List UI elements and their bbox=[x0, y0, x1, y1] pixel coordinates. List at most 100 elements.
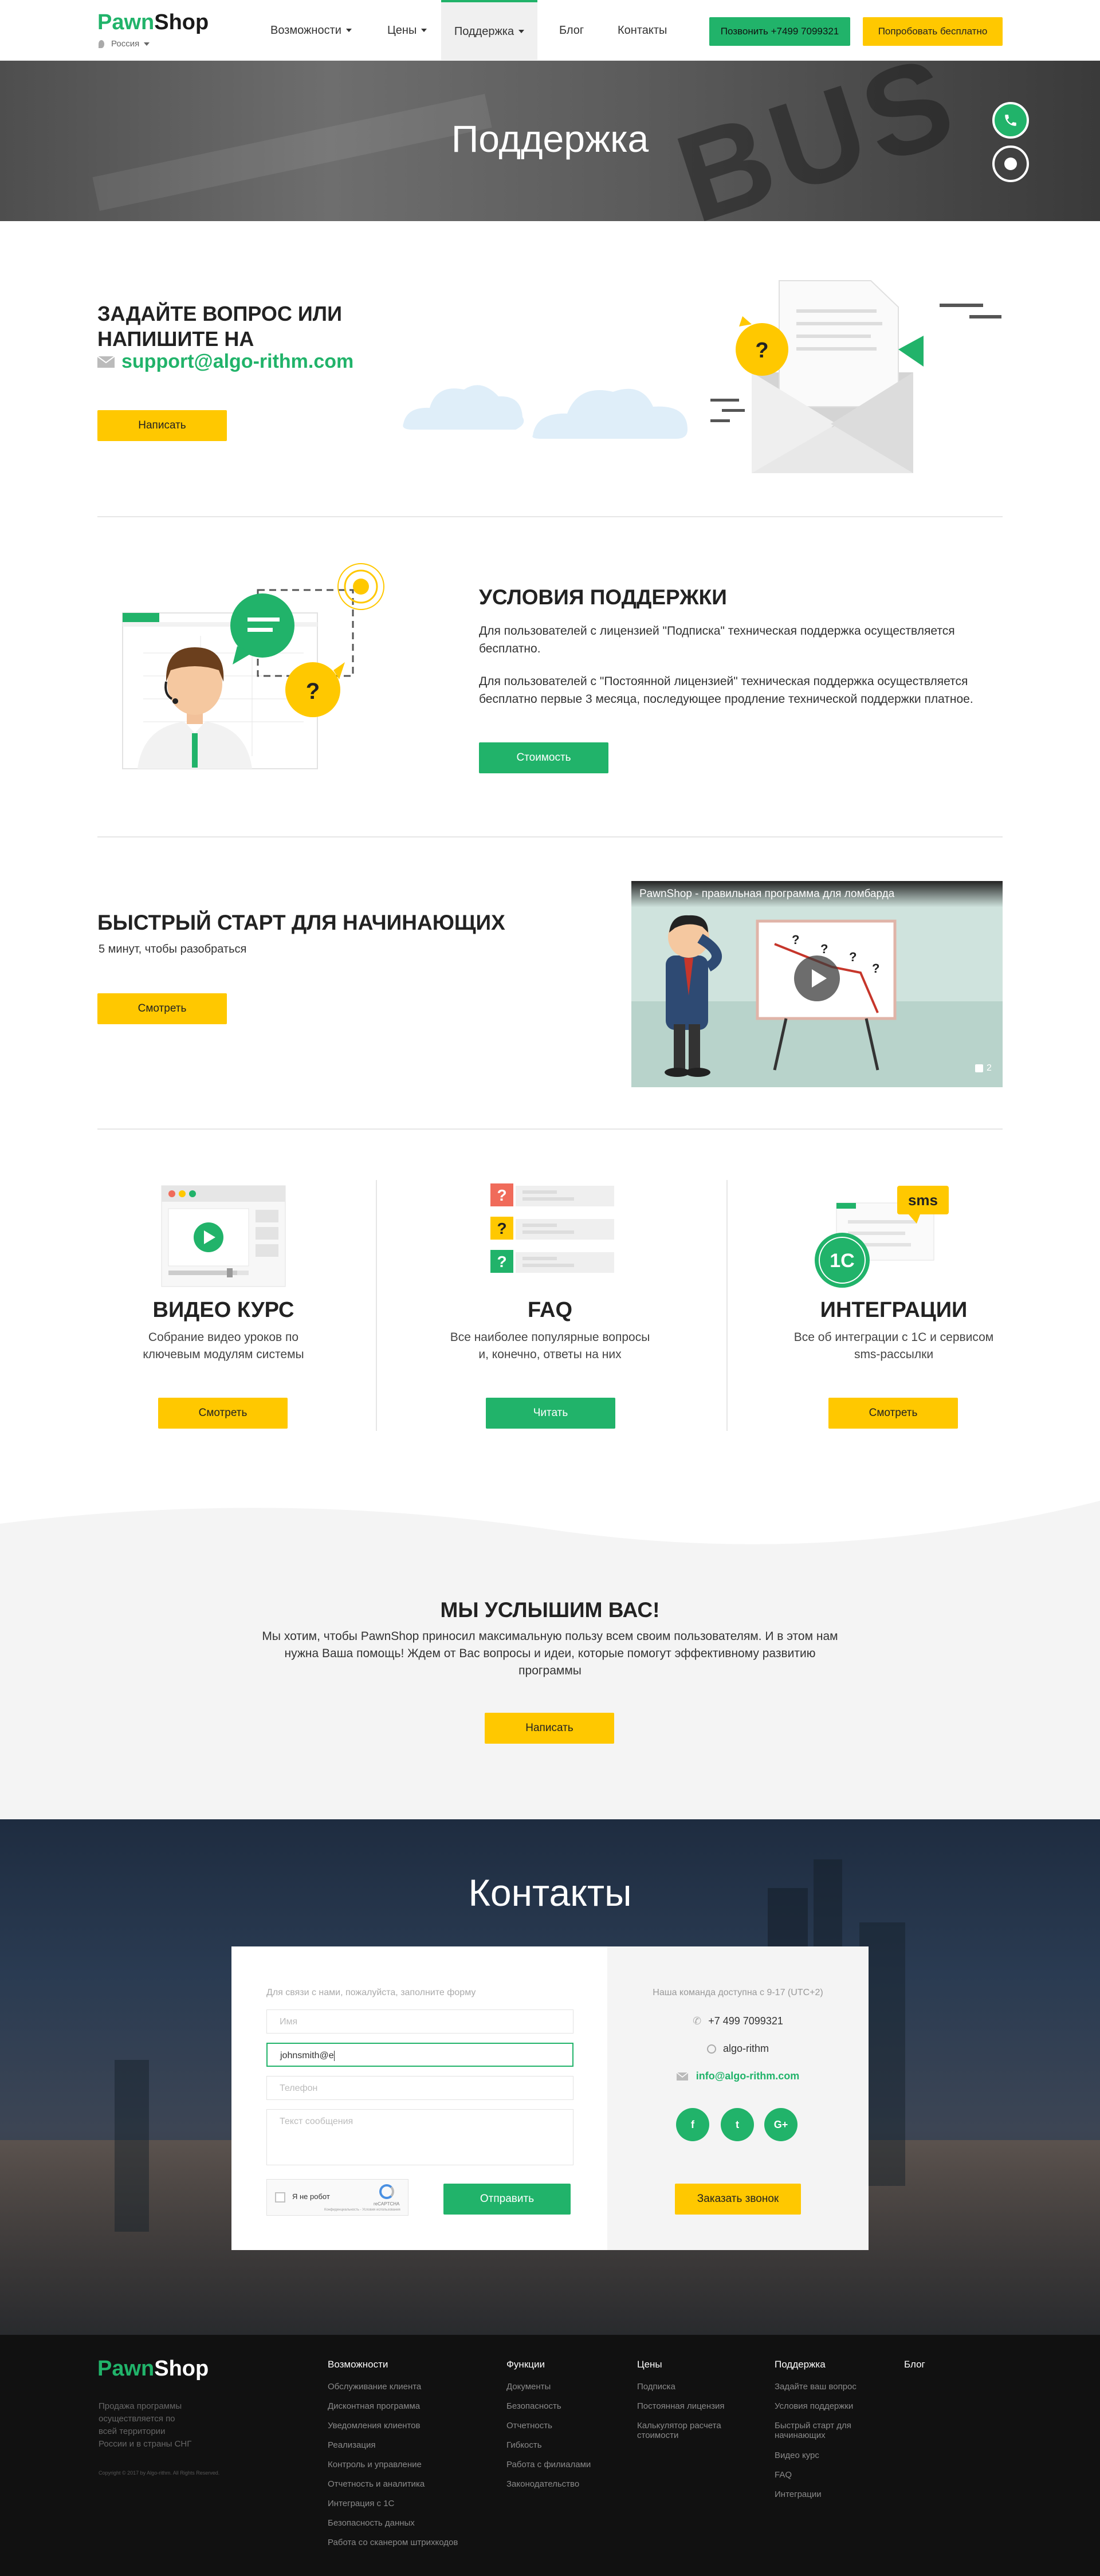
chevron-down-icon bbox=[345, 29, 352, 32]
support-email[interactable]: support@algo-rithm.com bbox=[97, 351, 353, 373]
faq-title: FAQ bbox=[527, 1298, 573, 1322]
availability-text: Наша команда доступна с 9-17 (UTC+2) bbox=[653, 1988, 823, 1997]
try-free-button[interactable]: Попробовать бесплатно bbox=[863, 17, 1003, 46]
footer-link[interactable]: Уведомления клиентов bbox=[328, 2421, 420, 2431]
terms-paragraph-1: Для пользователей с лицензией "Подписка"… bbox=[479, 624, 955, 655]
google-plus-icon: G+ bbox=[773, 2118, 788, 2130]
svg-text:1С: 1С bbox=[830, 1250, 854, 1272]
page-title: Поддержка bbox=[451, 117, 649, 160]
nav-support[interactable]: Поддержка bbox=[441, 0, 537, 61]
pricing-button[interactable]: Стоимость bbox=[479, 742, 608, 773]
phone-icon: ✆ bbox=[693, 2015, 702, 2027]
write-button[interactable]: Написать bbox=[97, 410, 227, 441]
svg-text:?: ? bbox=[849, 950, 857, 964]
footer-link[interactable]: Калькулятор расчета стоимости bbox=[637, 2421, 721, 2440]
video-likes[interactable]: 2 bbox=[975, 1063, 992, 1073]
footer-link[interactable]: Законодательство bbox=[506, 2479, 579, 2489]
hear-title: МЫ УСЛЫШИМ ВАС! bbox=[440, 1598, 660, 1622]
quickstart-title: БЫСТРЫЙ СТАРТ ДЛЯ НАЧИНАЮЩИХ bbox=[97, 911, 505, 934]
footer-link[interactable]: Видео курс bbox=[775, 2451, 819, 2460]
ask-title: ЗАДАЙТЕ ВОПРОС ИЛИ НАПИШИТЕ НА bbox=[97, 302, 342, 351]
phone-field[interactable]: Телефон bbox=[266, 2076, 573, 2100]
footer-link[interactable]: Быстрый старт для начинающих bbox=[775, 2421, 851, 2440]
svg-text:?: ? bbox=[497, 1220, 506, 1237]
footer-blog-title[interactable]: Блог bbox=[904, 2359, 925, 2370]
call-button[interactable]: Позвонить +7499 7099321 bbox=[709, 17, 850, 46]
footer-logo[interactable]: PawnShop bbox=[97, 2357, 209, 2381]
location-icon bbox=[99, 40, 104, 48]
footer-link[interactable]: Интеграция с 1С bbox=[328, 2499, 394, 2508]
google-plus-button[interactable]: G+ bbox=[764, 2108, 798, 2141]
watch-quickstart-button[interactable]: Смотреть bbox=[97, 993, 227, 1024]
phone-float-button[interactable] bbox=[992, 102, 1029, 139]
recaptcha-logo-icon bbox=[379, 2184, 394, 2199]
svg-text:?: ? bbox=[792, 933, 799, 947]
card-separator bbox=[726, 1180, 728, 1431]
video-course-title: ВИДЕО КУРС bbox=[152, 1298, 294, 1322]
footer-link[interactable]: Документы bbox=[506, 2382, 551, 2392]
footer-support-title[interactable]: Поддержка bbox=[775, 2359, 826, 2370]
twitter-button[interactable]: t bbox=[721, 2108, 754, 2141]
nav-prices[interactable]: Цены bbox=[387, 0, 427, 61]
svg-text:?: ? bbox=[306, 679, 320, 704]
footer-link[interactable]: Работа со сканером штрихкодов bbox=[328, 2538, 458, 2547]
logo[interactable]: PawnShop bbox=[97, 10, 209, 35]
name-field[interactable]: Имя bbox=[266, 2009, 573, 2034]
footer-link[interactable]: Дисконтная программа bbox=[328, 2401, 420, 2411]
terms-paragraph-2: Для пользователей с "Постоянной лицензие… bbox=[479, 675, 973, 706]
footer-link[interactable]: Обслуживание клиента bbox=[328, 2382, 421, 2392]
feedback-write-button[interactable]: Написать bbox=[485, 1713, 614, 1744]
footer-link[interactable]: Реализация bbox=[328, 2440, 375, 2450]
footer-functions-title[interactable]: Функции bbox=[506, 2359, 545, 2370]
footer-prices-title[interactable]: Цены bbox=[637, 2359, 662, 2370]
footer-features-title[interactable]: Возможности bbox=[328, 2359, 388, 2370]
footer-link[interactable]: Гибкость bbox=[506, 2440, 542, 2450]
footer-link[interactable]: Постоянная лицензия bbox=[637, 2401, 725, 2411]
footer-link[interactable]: Безопасность данных bbox=[328, 2518, 415, 2528]
skype-icon bbox=[706, 2044, 716, 2054]
mail-illustration: ? bbox=[403, 280, 1001, 473]
footer-link[interactable]: Отчетность bbox=[506, 2421, 552, 2431]
video-course-button[interactable]: Смотреть bbox=[158, 1398, 288, 1429]
email-field[interactable]: johnsmith@e bbox=[266, 2043, 573, 2067]
facebook-button[interactable]: f bbox=[676, 2108, 709, 2141]
contact-phone[interactable]: ✆ +7 499 7099321 bbox=[607, 2015, 869, 2027]
footer-link[interactable]: Контроль и управление bbox=[328, 2460, 422, 2469]
footer-link[interactable]: Безопасность bbox=[506, 2401, 561, 2411]
contact-skype[interactable]: algo-rithm bbox=[607, 2043, 869, 2055]
footer-link[interactable]: Отчетность и аналитика bbox=[328, 2479, 425, 2489]
footer-link[interactable]: Подписка bbox=[637, 2382, 675, 2392]
site-header: PawnShop Россия Возможности Цены Поддерж… bbox=[0, 0, 1100, 61]
integrations-button[interactable]: Смотреть bbox=[828, 1398, 958, 1429]
section-divider bbox=[97, 1128, 1003, 1130]
nav-features[interactable]: Возможности bbox=[270, 0, 352, 61]
footer-link[interactable]: Интеграции bbox=[775, 2490, 822, 2499]
footer-link[interactable]: Условия поддержки bbox=[775, 2401, 853, 2411]
send-button[interactable]: Отправить bbox=[443, 2184, 571, 2215]
svg-text:?: ? bbox=[872, 961, 879, 976]
facebook-icon: f bbox=[691, 2118, 694, 2130]
footer-link[interactable]: Задайте ваш вопрос bbox=[775, 2382, 857, 2392]
faq-description: Все наиболее популярные вопросы и, конечн… bbox=[450, 1331, 650, 1361]
faq-button[interactable]: Читать bbox=[486, 1398, 615, 1429]
envelope-icon bbox=[97, 356, 115, 368]
video-course-description: Собрание видео уроков по ключевым модулям… bbox=[143, 1331, 304, 1361]
message-field[interactable]: Текст сообщения bbox=[266, 2109, 573, 2165]
nav-contacts[interactable]: Контакты bbox=[618, 0, 667, 61]
recaptcha-checkbox[interactable] bbox=[275, 2192, 285, 2203]
recaptcha-terms[interactable]: Конфиденциальность - Условия использован… bbox=[324, 2208, 400, 2212]
region-selector[interactable]: Россия bbox=[99, 39, 150, 49]
play-button[interactable] bbox=[794, 955, 840, 1001]
section-divider bbox=[97, 836, 1003, 837]
callback-button[interactable]: Заказать звонок bbox=[675, 2184, 801, 2215]
footer-link[interactable]: FAQ bbox=[775, 2470, 792, 2480]
integrations-illustration: sms 1С bbox=[815, 1186, 949, 1288]
video-player[interactable]: PawnShop - правильная программа для ломб… bbox=[631, 881, 1003, 1087]
nav-blog[interactable]: Блог bbox=[559, 0, 584, 61]
text-cursor bbox=[333, 2051, 335, 2061]
footer-link[interactable]: Работа с филиалами bbox=[506, 2460, 591, 2469]
scroll-float-button[interactable] bbox=[992, 145, 1029, 182]
twitter-icon: t bbox=[736, 2118, 739, 2130]
quickstart-subtitle: 5 минут, чтобы разобраться bbox=[99, 943, 247, 955]
contact-email[interactable]: info@algo-rithm.com bbox=[607, 2070, 869, 2082]
